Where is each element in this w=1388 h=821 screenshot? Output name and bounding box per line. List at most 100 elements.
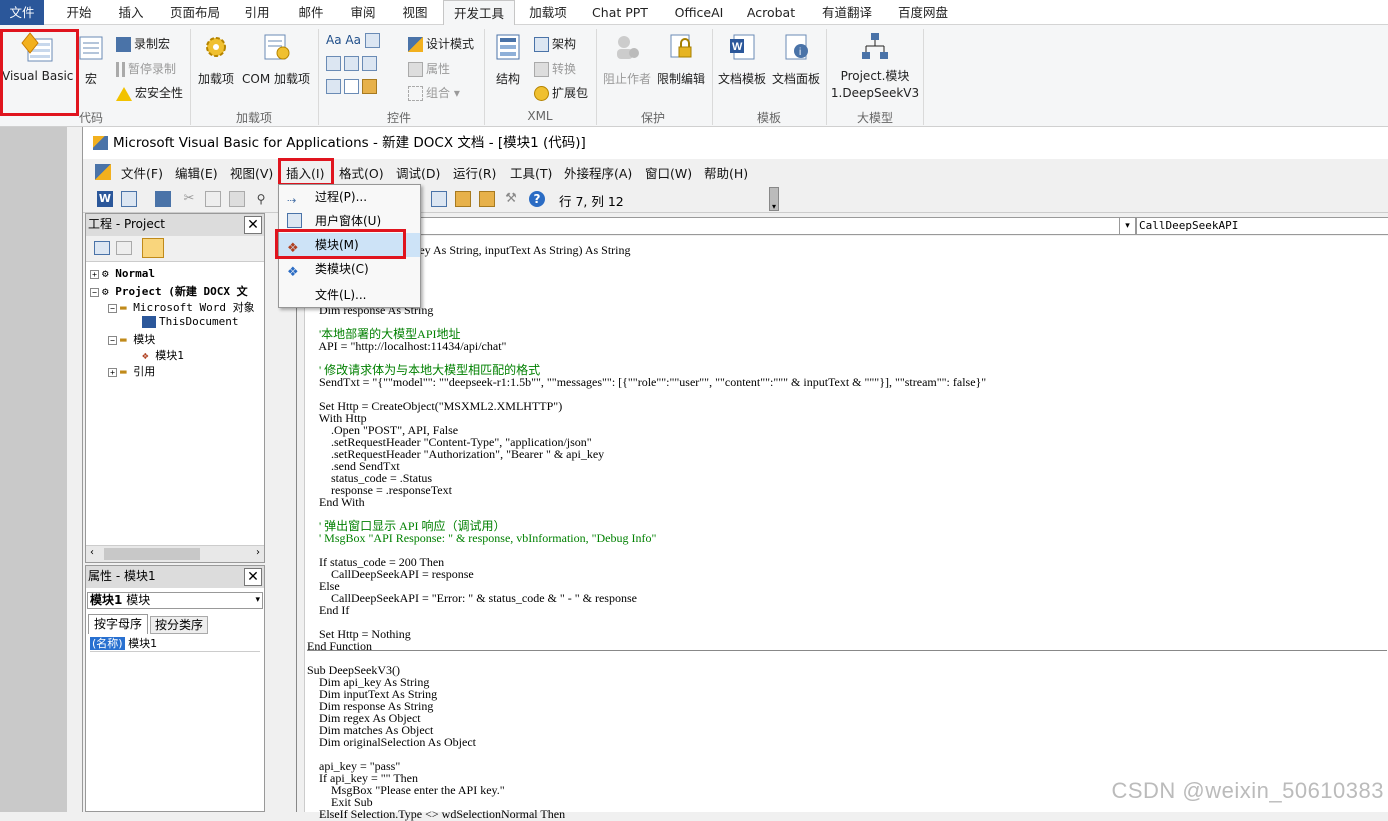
vba-project-icon: ⚙ bbox=[102, 285, 116, 298]
tree-item-project[interactable]: − ⚙ Project (新建 DOCX 文 bbox=[90, 283, 248, 299]
menu-item-module[interactable]: ❖ 模块(M) bbox=[279, 233, 420, 257]
structure-button[interactable]: 结构 bbox=[490, 33, 526, 87]
design-mode-button[interactable]: 设计模式 bbox=[408, 35, 474, 52]
pause-recording-button[interactable]: 暂停录制 bbox=[116, 60, 176, 77]
property-row-name[interactable]: (名称) 模块1 bbox=[90, 636, 260, 652]
record-macro-button[interactable]: 录制宏 bbox=[116, 35, 170, 52]
property-value[interactable]: 模块1 bbox=[128, 637, 157, 650]
code-editor[interactable]: ekAPI(api_key As String, inputText As St… bbox=[296, 236, 1388, 820]
code-line: SendTxt = "{""model"": ""deepseek-r1:1.5… bbox=[307, 375, 987, 389]
ribbon-tab-8[interactable]: 开发工具 bbox=[443, 0, 515, 26]
tab-categorized[interactable]: 按分类序 bbox=[150, 616, 208, 634]
macros-button[interactable]: 宏 bbox=[76, 35, 106, 87]
horizontal-scrollbar[interactable]: ‹ › bbox=[86, 545, 264, 562]
ribbon-tab-2[interactable]: 插入 bbox=[106, 0, 156, 25]
find-icon[interactable]: ⚲ bbox=[253, 191, 269, 207]
vbe-menu-item-3[interactable]: 插入(I) bbox=[286, 163, 324, 182]
group-button[interactable]: 组合 ▾ bbox=[408, 84, 460, 101]
restrict-editing-button[interactable]: 限制编辑 bbox=[654, 33, 708, 87]
object-browser-icon[interactable] bbox=[431, 191, 447, 207]
document-panel-button[interactable]: i 文档面板 bbox=[770, 33, 822, 87]
paste-icon[interactable] bbox=[229, 191, 245, 207]
vbe-menu-item-0[interactable]: 文件(F) bbox=[121, 163, 163, 182]
ribbon-tab-1[interactable]: 开始 bbox=[54, 0, 104, 25]
vbe-menu-item-2[interactable]: 视图(V) bbox=[230, 163, 273, 182]
module-icon: ❖ bbox=[287, 241, 299, 256]
menu-item-procedure[interactable]: ⇢ 过程(P)... bbox=[279, 185, 420, 209]
vbe-menu-item-1[interactable]: 编辑(E) bbox=[175, 163, 218, 182]
cut-icon[interactable]: ✂ bbox=[181, 191, 197, 207]
schema-button[interactable]: 架构 bbox=[534, 35, 576, 52]
design-mode-icon bbox=[408, 37, 423, 52]
menu-item-userform[interactable]: 用户窗体(U) bbox=[279, 209, 420, 233]
vbe-menu-item-4[interactable]: 格式(O) bbox=[339, 163, 384, 182]
ribbon-tab-4[interactable]: 引用 bbox=[232, 0, 282, 25]
project-module-deepseek-button[interactable]: Project.模块 1.DeepSeekV3 bbox=[830, 31, 920, 100]
macro-security-button[interactable]: 宏安全性 bbox=[116, 84, 183, 101]
code-line: End With bbox=[307, 495, 365, 509]
close-icon[interactable]: ✕ bbox=[244, 568, 262, 586]
close-icon[interactable]: ✕ bbox=[244, 216, 262, 234]
tab-alphabetic[interactable]: 按字母序 bbox=[88, 614, 148, 634]
design-mode-label: 设计模式 bbox=[426, 37, 475, 51]
procedure-dropdown[interactable]: CallDeepSeekAPI bbox=[1136, 217, 1388, 235]
vbe-menu-item-9[interactable]: 窗口(W) bbox=[645, 163, 692, 182]
block-authors-button[interactable]: 阻止作者 bbox=[600, 33, 654, 87]
code-window-dropdowns: ▾ CallDeepSeekAPI bbox=[296, 213, 1388, 236]
toggle-folders-icon[interactable] bbox=[142, 238, 164, 258]
vbe-title-text: Microsoft Visual Basic for Applications … bbox=[113, 135, 586, 151]
ribbon-tab-6[interactable]: 审阅 bbox=[338, 0, 388, 25]
tree-item-references[interactable]: + ▬ 引用 bbox=[108, 363, 155, 379]
tree-item-thisdocument[interactable]: ThisDocument bbox=[142, 315, 238, 328]
object-selector[interactable]: 模块1 模块 ▾ bbox=[87, 592, 263, 609]
svg-text:i: i bbox=[799, 47, 801, 58]
tree-label-word-objects: Microsoft Word 对象 bbox=[133, 301, 255, 314]
ribbon-tab-13[interactable]: 有道翻译 bbox=[810, 0, 884, 25]
properties-window-icon[interactable] bbox=[479, 191, 495, 207]
visual-basic-button[interactable]: Visual Basic bbox=[2, 29, 73, 105]
com-add-ins-button[interactable]: COM 加载项 bbox=[240, 33, 312, 87]
properties-button[interactable]: 属性 bbox=[408, 60, 450, 77]
vbe-menu-item-7[interactable]: 工具(T) bbox=[510, 163, 552, 182]
tree-item-module1[interactable]: ❖ 模块1 bbox=[142, 347, 184, 363]
copy-icon[interactable] bbox=[205, 191, 221, 207]
help-icon[interactable]: ? bbox=[529, 191, 545, 207]
scroll-thumb[interactable] bbox=[104, 548, 200, 560]
ribbon-tab-0[interactable]: 文件 bbox=[0, 0, 44, 25]
ribbon-tab-11[interactable]: OfficeAI bbox=[664, 0, 734, 25]
word-view-icon[interactable]: W bbox=[97, 191, 113, 207]
transform-button[interactable]: 转换 bbox=[534, 60, 576, 77]
ribbon-tab-3[interactable]: 页面布局 bbox=[160, 0, 230, 25]
view-code-icon[interactable] bbox=[94, 241, 110, 255]
ribbon-tab-12[interactable]: Acrobat bbox=[738, 0, 804, 25]
scroll-right-icon[interactable]: › bbox=[256, 547, 260, 558]
vbe-menu-item-8[interactable]: 外接程序(A) bbox=[564, 163, 632, 182]
menu-item-file[interactable]: 文件(L)... bbox=[279, 283, 420, 307]
save-icon[interactable] bbox=[155, 191, 171, 207]
ribbon-tab-10[interactable]: Chat PPT bbox=[583, 0, 657, 25]
ribbon-tab-7[interactable]: 视图 bbox=[390, 0, 440, 25]
menu-item-class-module[interactable]: ❖ 类模块(C) bbox=[279, 257, 420, 281]
tree-item-word-objects[interactable]: − ▬ Microsoft Word 对象 bbox=[108, 299, 255, 315]
add-ins-button[interactable]: 加载项 bbox=[196, 33, 236, 87]
toolbox-icon[interactable] bbox=[455, 191, 471, 207]
ribbon-tab-14[interactable]: 百度网盘 bbox=[888, 0, 958, 25]
properties-pane-title: 属性 - 模块1 ✕ bbox=[86, 566, 264, 588]
scroll-left-icon[interactable]: ‹ bbox=[90, 547, 94, 558]
toolbar-overflow-icon[interactable]: ▾ bbox=[769, 187, 779, 211]
expansion-pack-button[interactable]: 扩展包 bbox=[534, 84, 588, 101]
tree-item-modules[interactable]: − ▬ 模块 bbox=[108, 331, 155, 347]
tree-item-normal[interactable]: + ⚙ Normal bbox=[90, 267, 155, 280]
insert-userform-icon[interactable] bbox=[121, 191, 137, 207]
ribbon-tab-9[interactable]: 加载项 bbox=[518, 0, 578, 25]
view-object-icon[interactable] bbox=[116, 241, 132, 255]
object-dropdown[interactable]: ▾ bbox=[412, 217, 1136, 235]
tools-icon[interactable]: ⚒ bbox=[503, 191, 519, 207]
vbe-menu-item-5[interactable]: 调试(D) bbox=[396, 163, 440, 182]
vbe-menu-item-10[interactable]: 帮助(H) bbox=[704, 163, 748, 182]
ribbon-tab-5[interactable]: 邮件 bbox=[286, 0, 336, 25]
controls-gallery[interactable]: Aa Aa bbox=[326, 33, 390, 94]
vbe-menu-item-6[interactable]: 运行(R) bbox=[453, 163, 496, 182]
menu-item-file-label: 文件(L)... bbox=[315, 288, 367, 302]
document-template-button[interactable]: W 文档模板 bbox=[716, 33, 768, 87]
